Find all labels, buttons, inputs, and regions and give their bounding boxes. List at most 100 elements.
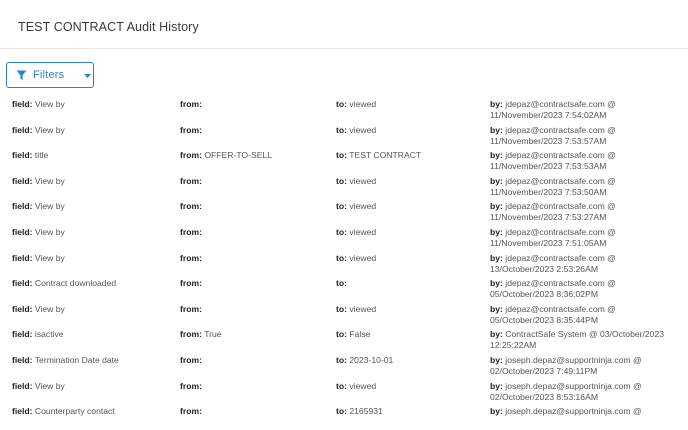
to-value: viewed — [349, 175, 377, 186]
by-label: by: — [490, 99, 503, 109]
by-value: jdepaz@contractsafe.com @ — [505, 124, 616, 135]
to-value: viewed — [349, 99, 377, 109]
from-cell: from: OFFER-TO-SELL — [180, 150, 272, 161]
by-label: by: — [490, 252, 503, 263]
by-label: by: — [490, 329, 503, 340]
from-cell: from: — [180, 381, 202, 392]
field-cell: field: View by — [12, 304, 65, 315]
by-value: jdepaz@contractsafe.com @ — [505, 201, 616, 212]
to-value: viewed — [349, 252, 377, 263]
from-cell: from: — [180, 278, 202, 289]
audit-row: field: Termination Date date from: to: 20… — [0, 353, 688, 379]
audit-row: field: Counterparty contact from: to: 216… — [0, 404, 688, 430]
field-cell: field: Contract downloaded — [12, 278, 116, 289]
from-cell: from: — [180, 253, 202, 264]
to-label: to: — [336, 99, 347, 109]
by-value: joseph.depaz@supportninja.com @ — [505, 354, 642, 365]
field-label: field: — [12, 406, 33, 417]
timestamp: 02/October/2023 7:49:11PM — [490, 365, 598, 376]
by-label: by: — [490, 278, 503, 289]
to-cell: to: viewed — [336, 125, 376, 136]
field-label: field: — [12, 124, 33, 135]
field-cell: field: View by — [12, 176, 65, 187]
audit-row: field: isactive from: True to: False by: Co… — [0, 327, 688, 353]
field-cell: field: View by — [12, 253, 65, 264]
from-cell: from: — [180, 227, 202, 238]
by-cell: by: jdepaz@contractsafe.com @11/November… — [490, 227, 616, 249]
field-cell: field: isactive — [12, 329, 64, 340]
to-value: viewed — [349, 124, 377, 135]
to-value: viewed — [349, 226, 377, 237]
audit-row: field: View by from: to: viewed by: jdepaz… — [0, 251, 688, 277]
from-cell: from: — [180, 176, 202, 187]
from-cell: from: — [180, 406, 202, 417]
to-cell: to: False — [336, 329, 370, 340]
by-cell: by: jdepaz@contractsafe.com @11/November… — [490, 201, 616, 223]
audit-row: field: View by from: to: viewed by: jdepaz… — [0, 174, 688, 200]
by-label: by: — [490, 226, 503, 237]
to-value: TEST CONTRACT — [349, 150, 422, 161]
page-header: TEST CONTRACT Audit History — [0, 0, 688, 49]
timestamp: 11/November/2023 7:51:05AM — [490, 237, 607, 248]
timestamp: 11/November/2023 7:54:02AM — [490, 110, 607, 120]
field-cell: field: Counterparty contact — [12, 406, 115, 417]
field-value: Counterparty contact — [34, 406, 115, 417]
by-value: joseph.depaz@supportninja.com @ — [505, 380, 642, 391]
to-value: viewed — [349, 201, 377, 212]
field-value: View by — [34, 124, 65, 135]
to-label: to: — [336, 150, 347, 161]
audit-row: field: Contract downloaded from: to: by: … — [0, 276, 688, 302]
field-value: View by — [34, 226, 65, 237]
field-value: View by — [34, 252, 65, 263]
to-cell: to: viewed — [336, 227, 376, 238]
to-label: to: — [336, 354, 347, 365]
field-value: View by — [34, 175, 65, 186]
audit-row: field: View by from: to: viewed by: jdepaz… — [0, 302, 688, 328]
by-value: jdepaz@contractsafe.com @ — [505, 278, 616, 289]
to-label: to: — [336, 124, 347, 135]
from-label: from: — [180, 175, 202, 186]
to-label: to: — [336, 278, 347, 289]
field-label: field: — [12, 99, 33, 109]
field-label: field: — [12, 201, 33, 212]
by-value: jdepaz@contractsafe.com @ — [505, 175, 616, 186]
by-value: ContractSafe System @ 03/October/2023 — [505, 329, 664, 340]
from-label: from: — [180, 226, 202, 237]
field-label: field: — [12, 329, 33, 340]
field-cell: field: View by — [12, 227, 65, 238]
timestamp: 11/November/2023 7:53:53AM — [490, 161, 607, 172]
by-cell: by: joseph.depaz@supportninja.com @02/Oc… — [490, 355, 642, 377]
to-label: to: — [336, 329, 347, 340]
to-value: viewed — [349, 303, 377, 314]
by-label: by: — [490, 201, 503, 212]
from-label: from: — [180, 278, 202, 289]
field-value: isactive — [34, 329, 64, 340]
audit-row: field: View by from: to: viewed by: joseph… — [0, 379, 688, 405]
by-cell: by: jdepaz@contractsafe.com @13/October/… — [490, 253, 616, 275]
from-cell: from: True — [180, 329, 222, 340]
field-value: View by — [34, 99, 65, 109]
by-label: by: — [490, 303, 503, 314]
to-label: to: — [336, 252, 347, 263]
to-value: 2023-10-01 — [349, 354, 394, 365]
filters-dropdown-button[interactable]: Filters — [6, 62, 94, 88]
field-value: title — [34, 150, 49, 161]
by-cell: by: joseph.depaz@supportninja.com @ — [490, 406, 642, 417]
by-value: joseph.depaz@supportninja.com @ — [505, 406, 642, 417]
to-cell: to: viewed — [336, 381, 376, 392]
from-cell: from: — [180, 99, 202, 110]
from-label: from: — [180, 329, 202, 340]
by-cell: by: jdepaz@contractsafe.com @05/October/… — [490, 278, 616, 300]
field-value: View by — [34, 303, 65, 314]
field-cell: field: title — [12, 150, 48, 161]
filter-funnel-icon — [16, 70, 27, 80]
by-cell: by: jdepaz@contractsafe.com @11/November… — [490, 125, 616, 147]
to-cell: to: viewed — [336, 99, 376, 110]
field-label: field: — [12, 252, 33, 263]
timestamp: 11/November/2023 7:53:50AM — [490, 186, 607, 197]
from-label: from: — [180, 354, 202, 365]
to-cell: to: TEST CONTRACT — [336, 150, 421, 161]
by-value: jdepaz@contractsafe.com @ — [505, 150, 616, 161]
field-label: field: — [12, 226, 33, 237]
from-cell: from: — [180, 201, 202, 212]
